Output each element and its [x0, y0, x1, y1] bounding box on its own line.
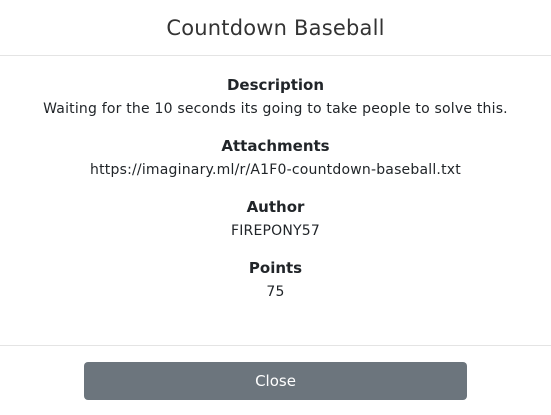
author-field: Author FIREPONY57	[0, 196, 551, 244]
description-label: Description	[226, 76, 325, 94]
modal-footer: Close	[0, 346, 551, 415]
points-label: Points	[248, 259, 303, 277]
author-label: Author	[246, 198, 305, 216]
author-value: FIREPONY57	[230, 223, 321, 239]
points-field: Points 75	[0, 257, 551, 305]
attachments-field: Attachments https://imaginary.ml/r/A1F0-…	[0, 135, 551, 183]
attachment-link[interactable]: https://imaginary.ml/r/A1F0-countdown-ba…	[0, 157, 551, 183]
modal-header: Countdown Baseball	[0, 0, 551, 56]
points-value: 75	[266, 284, 285, 300]
description-field: Description Waiting for the 10 seconds i…	[0, 74, 551, 122]
attachments-label: Attachments	[221, 137, 330, 155]
description-value: Waiting for the 10 seconds its going to …	[43, 101, 508, 117]
modal-title: Countdown Baseball	[166, 15, 385, 40]
close-button[interactable]: Close	[84, 362, 467, 400]
modal-body: Description Waiting for the 10 seconds i…	[0, 56, 551, 346]
challenge-modal: Countdown Baseball Description Waiting f…	[0, 0, 551, 415]
